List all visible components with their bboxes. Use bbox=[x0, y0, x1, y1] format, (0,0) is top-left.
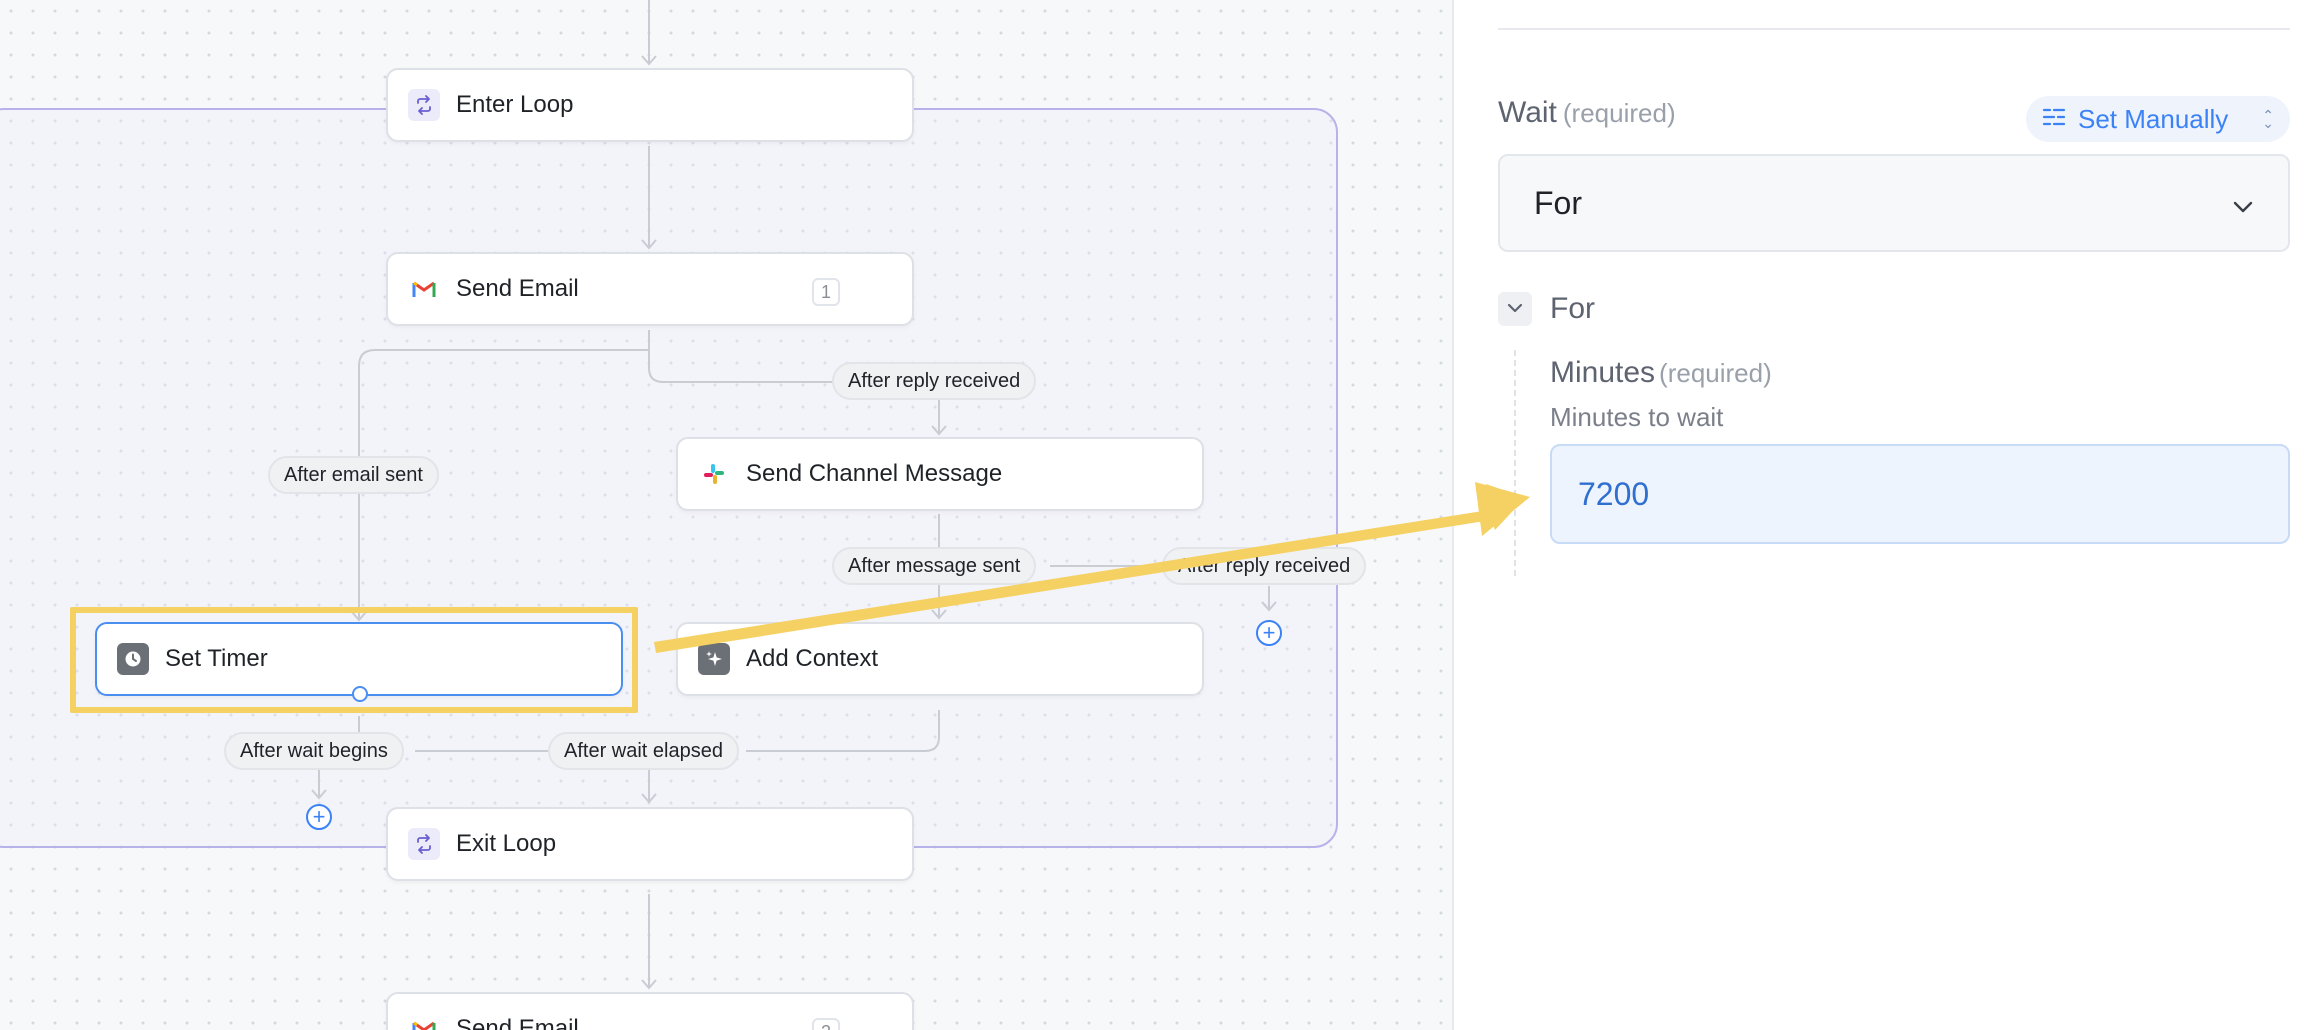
input-value: 7200 bbox=[1578, 475, 1650, 512]
gmail-icon bbox=[408, 273, 440, 305]
gmail-icon bbox=[408, 1013, 440, 1030]
workflow-canvas[interactable]: Enter Loop Send Email 1 Send Channel Mes… bbox=[0, 0, 1454, 1030]
edge-label-after-reply-received[interactable]: After reply received bbox=[832, 362, 1037, 400]
slack-icon bbox=[698, 458, 730, 490]
plus-circle-icon: + bbox=[312, 804, 326, 829]
edge-label-after-wait-elapsed[interactable]: After wait elapsed bbox=[548, 732, 739, 770]
set-manually-toggle[interactable]: Set Manually ⌃ ⌄ bbox=[2026, 96, 2290, 142]
edge-label-after-message-sent[interactable]: After message sent bbox=[832, 547, 1037, 585]
chevron-down-icon bbox=[2232, 185, 2254, 222]
minutes-label-text: Minutes bbox=[1550, 356, 1656, 389]
exit-loop-node[interactable]: Exit Loop bbox=[386, 807, 914, 881]
edge-label-after-email-sent[interactable]: After email sent bbox=[268, 456, 439, 494]
minutes-description: Minutes to wait bbox=[1550, 402, 1724, 432]
wait-type-select[interactable]: For bbox=[1498, 154, 2290, 252]
node-label: Send Channel Message bbox=[746, 460, 1003, 487]
send-channel-message-node[interactable]: Send Channel Message bbox=[676, 437, 1204, 511]
required-hint: (required) bbox=[1659, 358, 1772, 388]
chevron-down-icon bbox=[1507, 300, 1523, 318]
send-email-node-2[interactable]: Send Email 2 bbox=[386, 992, 914, 1030]
group-indent-line bbox=[1514, 350, 1516, 576]
list-settings-icon bbox=[2042, 104, 2066, 135]
node-label: Exit Loop bbox=[456, 830, 557, 857]
wait-label-text: Wait bbox=[1498, 96, 1557, 129]
minutes-input[interactable]: 7200 bbox=[1550, 444, 2290, 544]
loop-icon bbox=[408, 89, 440, 121]
highlight-annotation bbox=[70, 607, 638, 713]
divider bbox=[1498, 28, 2290, 30]
group-label: For bbox=[1550, 292, 1595, 325]
step-count-badge: 2 bbox=[812, 1018, 840, 1030]
loop-icon bbox=[408, 828, 440, 860]
node-label: Send Email bbox=[456, 1015, 579, 1030]
set-manually-label: Set Manually bbox=[2078, 103, 2229, 134]
minutes-field-label: Minutes (required) bbox=[1550, 356, 1772, 390]
edge-label-after-wait-begins[interactable]: After wait begins bbox=[224, 732, 404, 770]
send-email-node-1[interactable]: Send Email 1 bbox=[386, 252, 914, 326]
node-label: Enter Loop bbox=[456, 91, 574, 118]
node-label: Add Context bbox=[746, 645, 879, 672]
node-label: Send Email bbox=[456, 275, 579, 302]
plus-circle-icon: + bbox=[1262, 620, 1276, 645]
add-context-node[interactable]: Add Context bbox=[676, 622, 1204, 696]
select-value: For bbox=[1534, 184, 1582, 221]
sort-icon: ⌃ ⌄ bbox=[2262, 107, 2274, 131]
sparkle-icon bbox=[698, 643, 730, 675]
edge-label-after-reply-received[interactable]: After reply received bbox=[1162, 547, 1367, 585]
required-hint: (required) bbox=[1562, 98, 1676, 128]
add-step-button[interactable]: + bbox=[306, 804, 332, 830]
step-count-badge: 1 bbox=[812, 278, 840, 306]
wait-field-label: Wait (required) bbox=[1498, 96, 1676, 130]
collapse-toggle[interactable] bbox=[1498, 292, 1532, 326]
add-step-button[interactable]: + bbox=[1256, 620, 1282, 646]
config-panel: Wait (required) Set Manually ⌃ ⌄ For For M… bbox=[1454, 0, 2306, 1030]
enter-loop-node[interactable]: Enter Loop bbox=[386, 68, 914, 142]
